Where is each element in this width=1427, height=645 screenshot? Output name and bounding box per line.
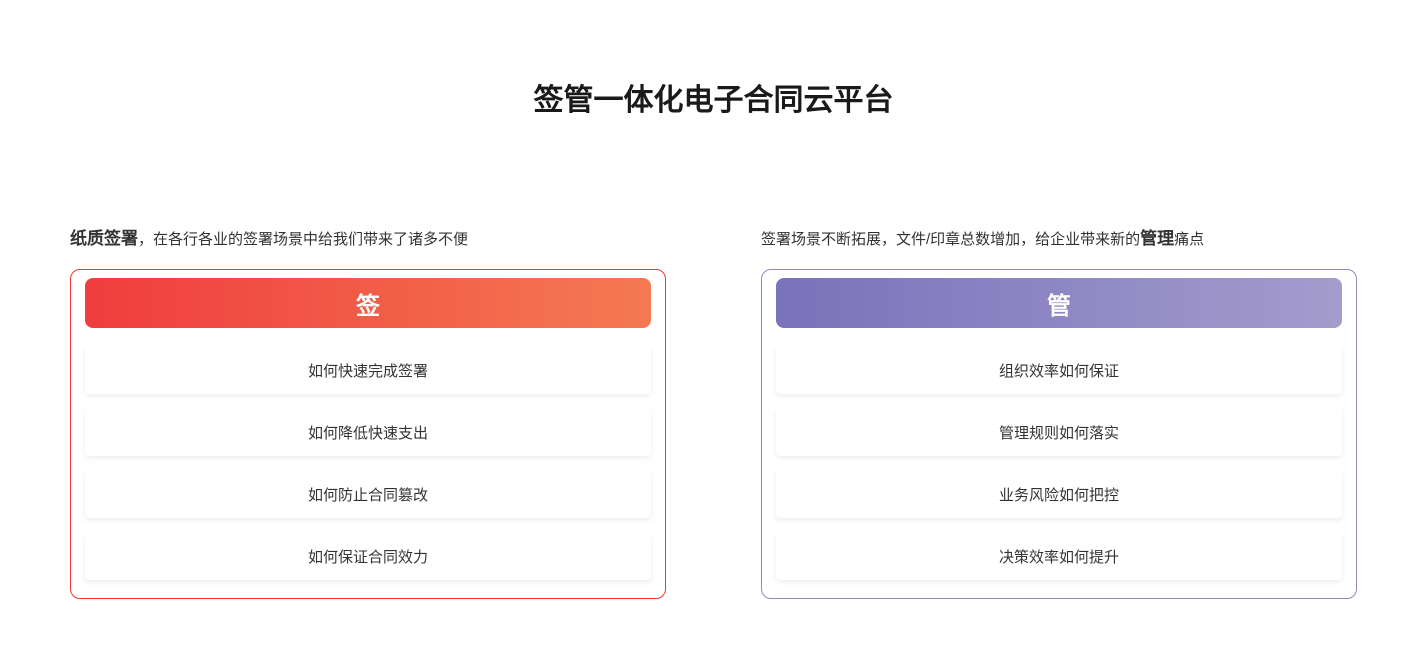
left-intro-rest: ，在各行各业的签署场景中给我们带来了诸多不便 — [138, 231, 468, 248]
list-item: 如何防止合同篡改 — [85, 470, 651, 518]
list-item: 如何降低快速支出 — [85, 408, 651, 456]
left-intro-bold: 纸质签署 — [70, 229, 138, 248]
right-column: 签署场景不断拓展，文件/印章总数增加，给企业带来新的管理痛点 管 组织效率如何保… — [761, 224, 1357, 599]
list-item: 管理规则如何落实 — [776, 408, 1342, 456]
list-item: 业务风险如何把控 — [776, 470, 1342, 518]
right-intro-post: 痛点 — [1174, 231, 1204, 248]
right-intro-bold: 管理 — [1140, 229, 1174, 248]
right-card-box: 管 组织效率如何保证 管理规则如何落实 业务风险如何把控 决策效率如何提升 — [761, 269, 1357, 599]
list-item: 如何快速完成签署 — [85, 346, 651, 394]
right-intro-pre: 签署场景不断拓展，文件/印章总数增加，给企业带来新的 — [761, 231, 1140, 248]
left-card-box: 签 如何快速完成签署 如何降低快速支出 如何防止合同篡改 如何保证合同效力 — [70, 269, 666, 599]
page-title: 签管一体化电子合同云平台 — [0, 0, 1427, 224]
left-column: 纸质签署，在各行各业的签署场景中给我们带来了诸多不便 签 如何快速完成签署 如何… — [70, 224, 666, 599]
left-card-header: 签 — [85, 278, 651, 328]
right-intro: 签署场景不断拓展，文件/印章总数增加，给企业带来新的管理痛点 — [761, 224, 1357, 249]
cards-wrapper: 纸质签署，在各行各业的签署场景中给我们带来了诸多不便 签 如何快速完成签署 如何… — [0, 224, 1427, 599]
list-item: 决策效率如何提升 — [776, 532, 1342, 580]
right-card-header: 管 — [776, 278, 1342, 328]
list-item: 组织效率如何保证 — [776, 346, 1342, 394]
left-intro: 纸质签署，在各行各业的签署场景中给我们带来了诸多不便 — [70, 224, 666, 249]
list-item: 如何保证合同效力 — [85, 532, 651, 580]
